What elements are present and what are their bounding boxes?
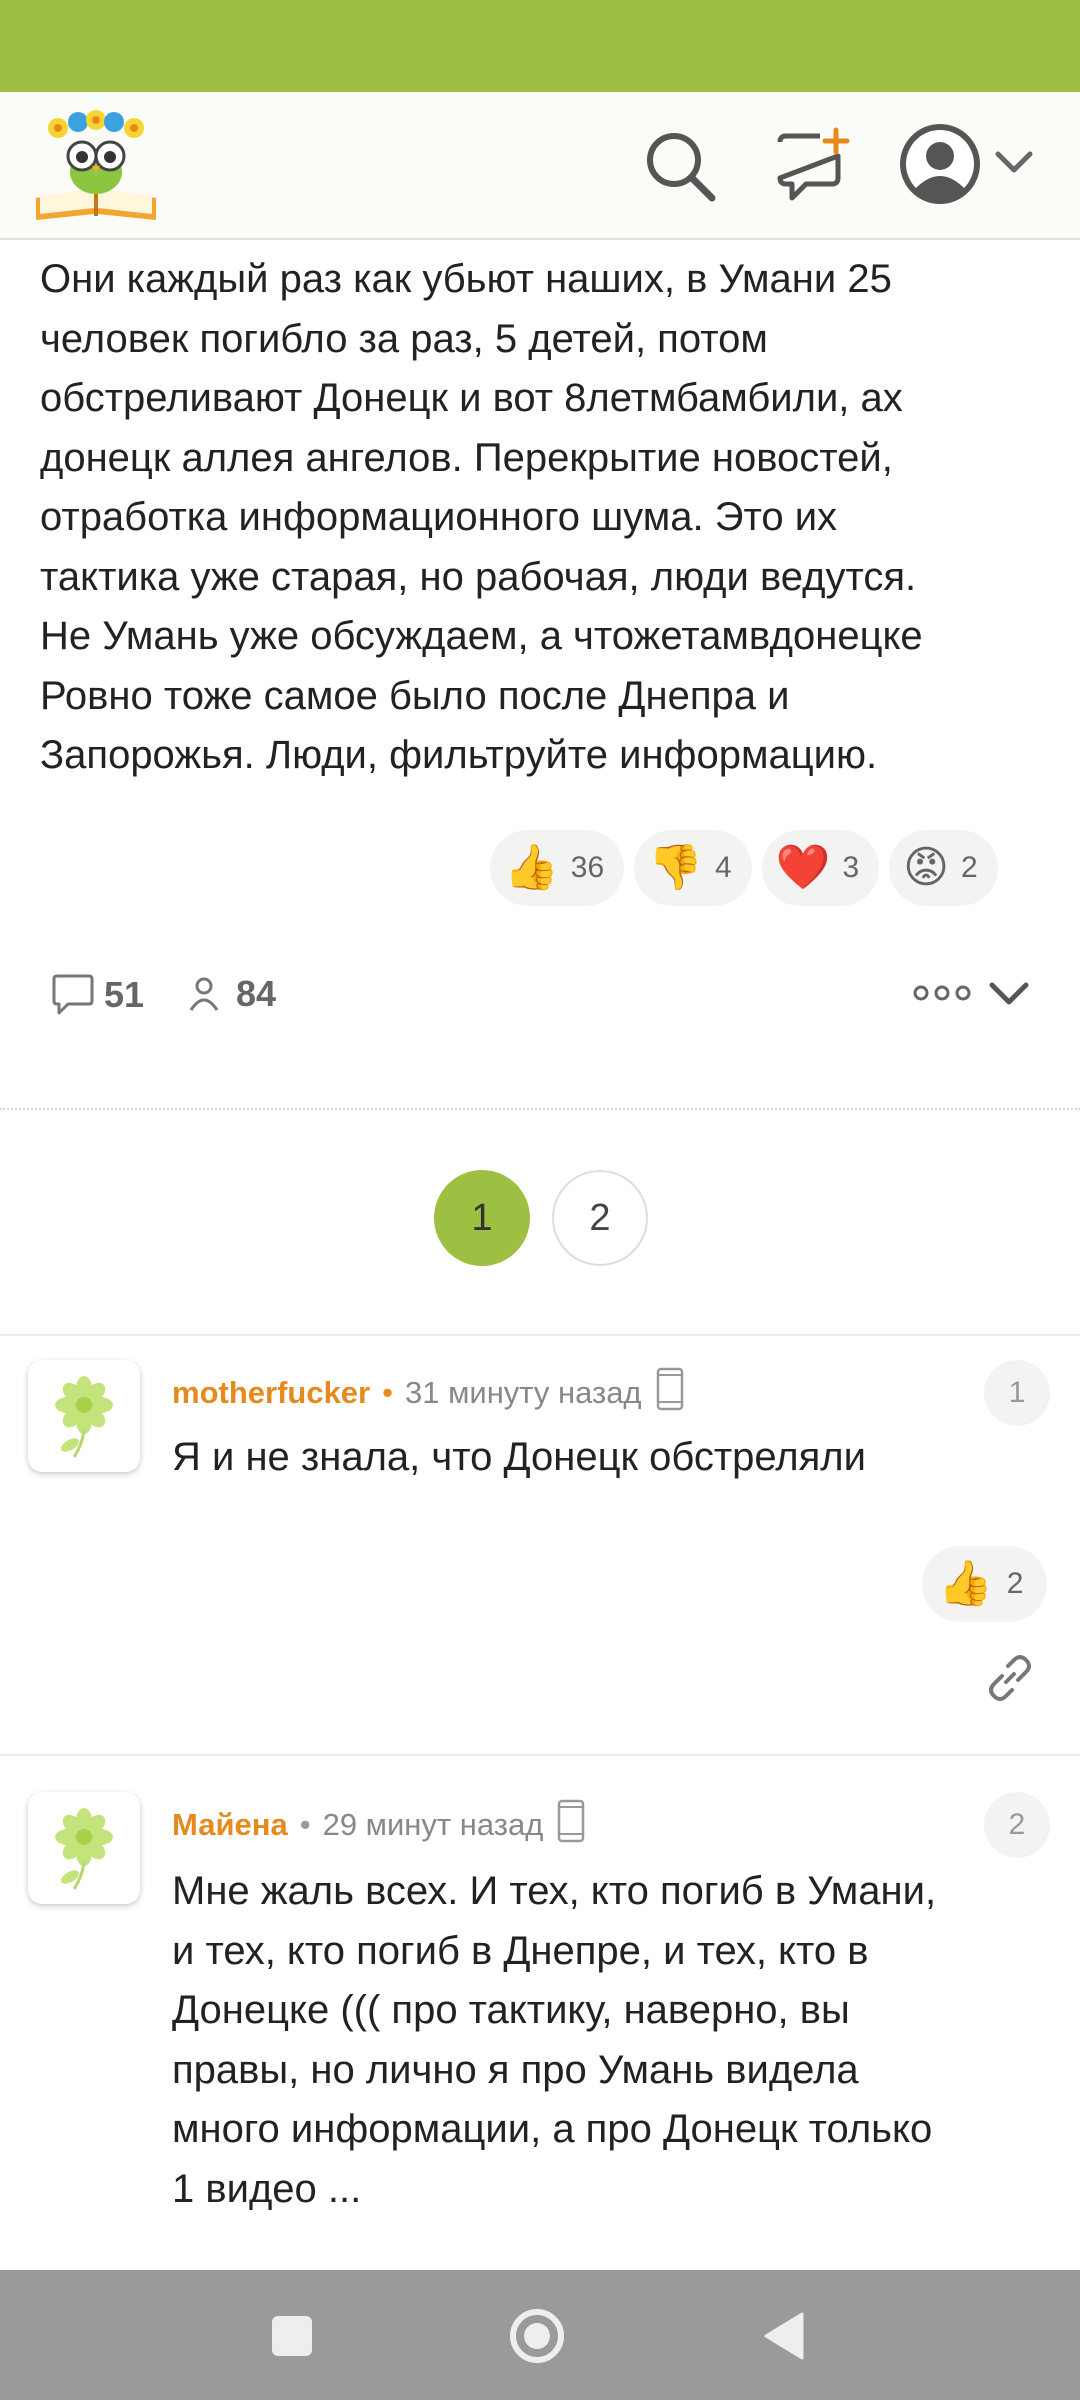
reaction-angry-button[interactable]: 😡 2 — [889, 830, 998, 906]
comments-count: 51 — [104, 974, 145, 1015]
link-icon[interactable] — [982, 1650, 1038, 1706]
comment-body: Я и не знала, что Донецк обстреляли — [172, 1428, 1042, 1488]
profile-menu-button[interactable] — [898, 120, 1058, 210]
pagination: 1 2 — [0, 1170, 1080, 1266]
participants-count-value: 84 — [236, 973, 277, 1014]
comment-header: motherfucker • 31 минуту назад — [172, 1367, 684, 1419]
post-line: отработка информационного шума. Это их — [40, 495, 838, 539]
page-1-button[interactable]: 1 — [434, 1170, 530, 1266]
app-header — [0, 92, 1080, 240]
post-line: тактика уже старая, но рабочая, люди вед… — [40, 554, 917, 599]
comment-line: и тех, кто погиб в Днепре, и тех, кто в — [172, 1928, 869, 1973]
post-line: человек погибло за раз, 5 детей, потом — [40, 316, 768, 361]
comment-author-link[interactable]: Майена — [172, 1807, 288, 1843]
divider — [0, 1108, 1080, 1110]
post-line: Не Умань уже обсуждаем, а чтожетамвдонец… — [40, 614, 923, 658]
comment-line: Я и не знала, что Донецк обстреляли — [172, 1435, 866, 1479]
thumbs-up-icon: 👍 — [938, 1559, 993, 1608]
comment-item: motherfucker • 31 минуту назад 1 Я и не … — [0, 1336, 1080, 1756]
status-bar — [0, 0, 1080, 92]
logo-owl-book-icon — [36, 110, 156, 220]
comment-like-button[interactable]: 👍 2 — [922, 1546, 1048, 1622]
recent-apps-icon[interactable] — [260, 2304, 324, 2368]
comment-line: 1 видео ... — [172, 2166, 362, 2211]
post-line: обстреливают Донецк и вот 8летмбамбили, … — [40, 376, 903, 420]
post-meta-row: 51 84 — [0, 955, 1080, 1035]
reaction-like-button[interactable]: 👍 36 — [490, 830, 625, 906]
home-icon[interactable] — [505, 2304, 569, 2368]
reaction-count: 36 — [570, 851, 605, 884]
comment-body: Мне жаль всех. И тех, кто погиб в Умани,… — [172, 1862, 1042, 2219]
mobile-device-icon — [557, 1799, 585, 1851]
new-post-icon[interactable] — [772, 126, 852, 206]
mobile-device-icon — [656, 1367, 684, 1419]
avatar[interactable] — [28, 1792, 140, 1904]
participants-count: 84 — [186, 973, 276, 1015]
comment-line: правы, но лично я про Умань видела — [172, 2047, 859, 2092]
comment-header: Майена • 29 минут назад — [172, 1799, 585, 1851]
reaction-dislike-button[interactable]: 👎 4 — [634, 830, 752, 906]
post-reactions: 👍 36 👎 4 ❤️ 3 😡 2 — [490, 830, 998, 908]
post-line: донецк аллея ангелов. Перекрытие новосте… — [40, 435, 893, 480]
thumbs-up-icon: 👍 — [504, 843, 559, 892]
thumbs-down-icon: 👎 — [648, 843, 703, 892]
chevron-down-icon[interactable] — [986, 971, 1032, 1017]
site-logo[interactable] — [32, 110, 160, 222]
reaction-count: 4 — [714, 851, 732, 884]
comment-number-badge[interactable]: 2 — [984, 1792, 1050, 1858]
search-icon[interactable] — [640, 126, 720, 206]
flower-avatar-icon — [55, 1808, 113, 1890]
comment-line: Мне жаль всех. И тех, кто погиб в Умани, — [172, 1869, 937, 1913]
post-line: Ровно тоже самое было после Днепра и — [40, 673, 790, 718]
flower-avatar-icon — [55, 1376, 113, 1458]
user-avatar-icon — [900, 124, 1033, 204]
comment-bubble-icon — [52, 974, 94, 1015]
system-nav-bar — [0, 2270, 1080, 2400]
angry-face-icon: 😡 — [903, 843, 950, 892]
heart-icon: ❤️ — [775, 843, 831, 892]
reaction-count: 3 — [842, 851, 860, 884]
reaction-heart-button[interactable]: ❤️ 3 — [761, 830, 880, 906]
comment-item: Майена • 29 минут назад 2 Мне жаль всех.… — [0, 1756, 1080, 2270]
comment-number-badge[interactable]: 1 — [984, 1360, 1050, 1426]
comment-line: много информации, а про Донецк только — [172, 2107, 933, 2151]
comment-time: 31 минуту назад — [404, 1375, 642, 1410]
more-options-icon[interactable] — [912, 973, 972, 1013]
person-icon — [189, 977, 219, 1011]
back-icon[interactable] — [752, 2304, 816, 2368]
comment-line: Донецке ((( про тактику, наверно, вы — [172, 1988, 850, 2032]
separator-dot: • — [299, 1807, 311, 1842]
post-body: Они каждый раз как убьют наших, в Умани … — [40, 250, 1050, 786]
avatar[interactable] — [28, 1360, 140, 1472]
post-line: Они каждый раз как убьют наших, в Умани … — [40, 257, 892, 301]
post-line: Запорожья. Люди, фильтруйте информацию. — [40, 733, 878, 777]
reaction-count: 2 — [961, 851, 978, 884]
online-dot: • — [382, 1375, 393, 1410]
comments-count-button[interactable]: 51 — [50, 973, 144, 1017]
comment-author-link[interactable]: motherfucker — [172, 1375, 370, 1411]
like-count: 2 — [1006, 1567, 1024, 1600]
comment-time: 29 минут назад — [322, 1807, 544, 1842]
page-2-button[interactable]: 2 — [552, 1170, 648, 1266]
